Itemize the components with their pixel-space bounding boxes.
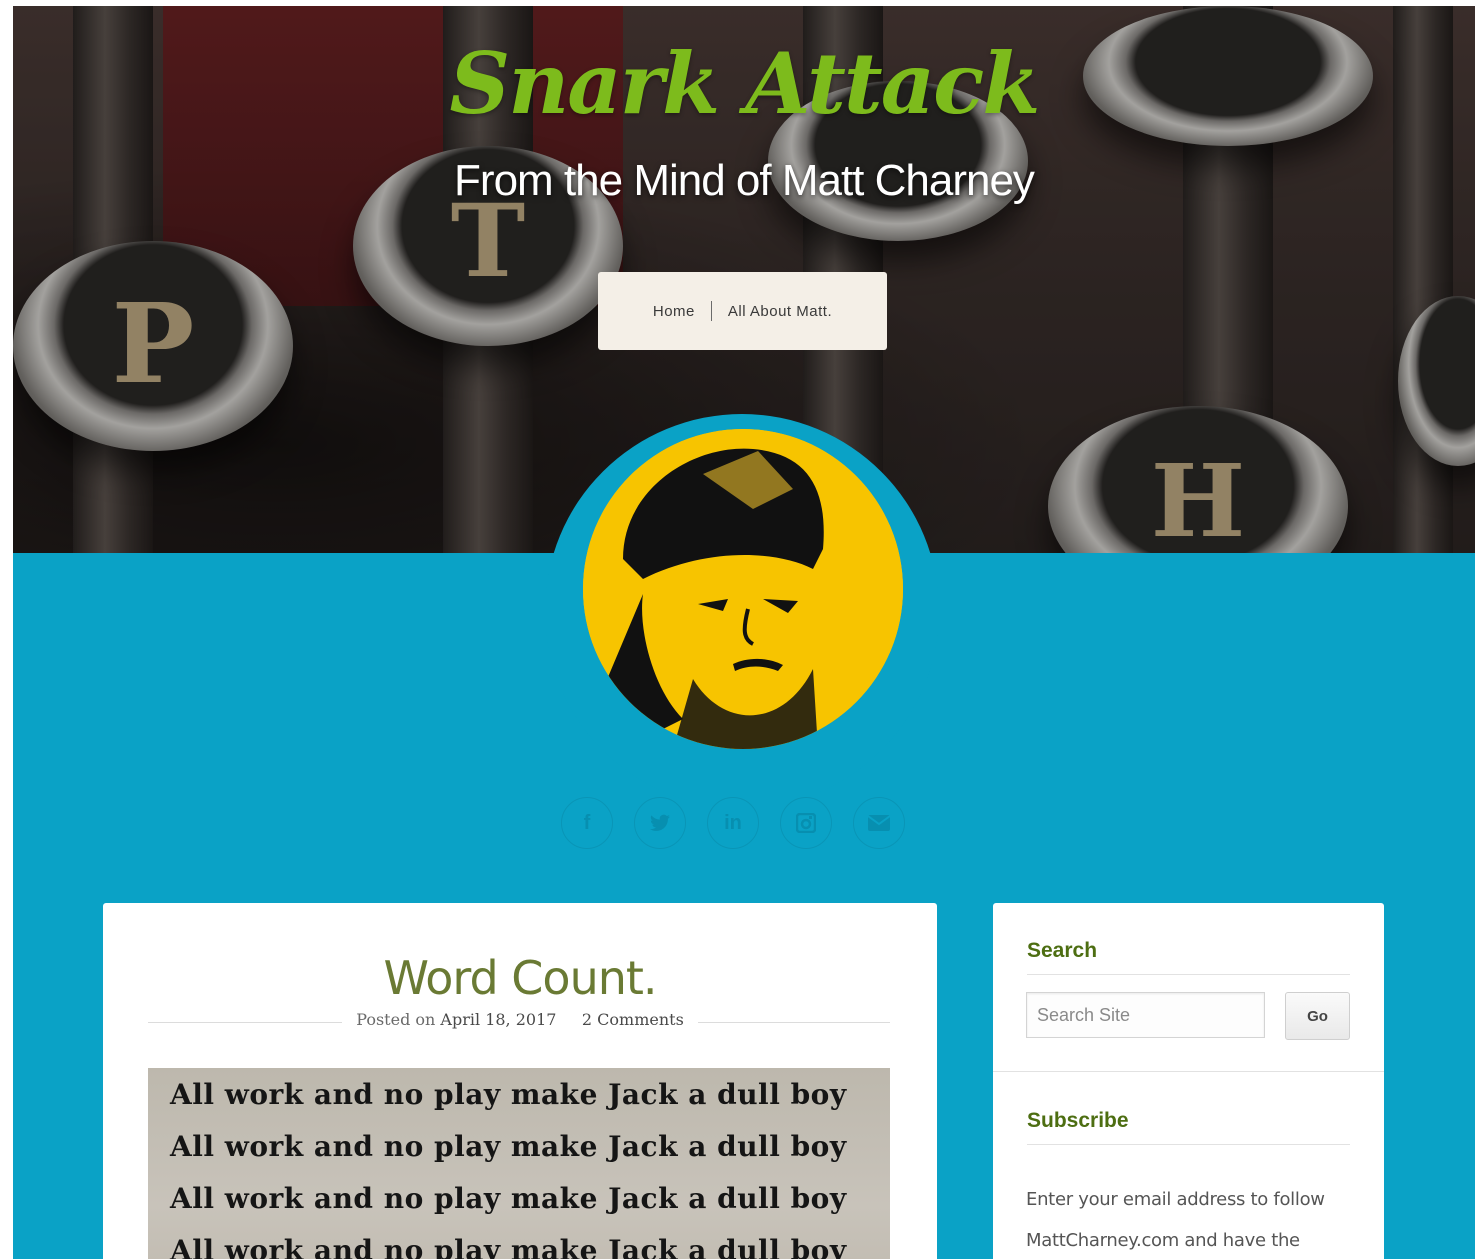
widget-divider	[1027, 1144, 1350, 1145]
nav-item-home[interactable]: Home	[653, 303, 695, 320]
page-frame: P T H Snark Attack From the Mind of Matt…	[13, 6, 1475, 1259]
instagram-icon[interactable]	[780, 797, 832, 849]
post-comments-link[interactable]: 2 Comments	[582, 1010, 684, 1029]
nav-separator	[710, 301, 712, 321]
linkedin-icon[interactable]: in	[707, 797, 759, 849]
search-widget-title: Search	[1027, 939, 1098, 962]
twitter-icon[interactable]	[634, 797, 686, 849]
image-text-line: All work and no play make Jack a dull bo…	[170, 1182, 847, 1215]
avatar[interactable]	[583, 429, 903, 749]
nav-item-about[interactable]: All About Matt.	[728, 303, 832, 320]
email-icon[interactable]	[853, 797, 905, 849]
post-meta: Posted on April 18, 2017 2 Comments	[103, 1010, 937, 1030]
post-image[interactable]: All work and no play make Jack a dull bo…	[148, 1068, 890, 1259]
post-date[interactable]: April 18, 2017	[440, 1010, 556, 1029]
post-card: Word Count. Posted on April 18, 2017 2 C…	[103, 903, 937, 1259]
site-title[interactable]: Snark Attack	[13, 34, 1475, 133]
facebook-icon[interactable]: f	[561, 797, 613, 849]
avatar-portrait-icon	[583, 429, 903, 749]
main-nav: Home All About Matt.	[598, 272, 887, 350]
social-links: f in	[561, 797, 905, 849]
search-input[interactable]: Search Site	[1026, 992, 1265, 1038]
site-tagline: From the Mind of Matt Charney	[454, 156, 1035, 205]
subscribe-widget-title: Subscribe	[1027, 1109, 1129, 1132]
post-title[interactable]: Word Count.	[103, 951, 937, 1005]
image-text-line: All work and no play make Jack a dull bo…	[170, 1234, 847, 1259]
posted-on-label: Posted on	[356, 1010, 436, 1029]
search-go-button[interactable]: Go	[1285, 992, 1350, 1040]
widget-divider	[1027, 974, 1350, 975]
image-text-line: All work and no play make Jack a dull bo…	[170, 1078, 847, 1111]
sidebar-divider	[993, 1071, 1384, 1072]
sidebar: Search Search Site Go Subscribe Enter yo…	[993, 903, 1384, 1259]
image-text-line: All work and no play make Jack a dull bo…	[170, 1130, 847, 1163]
subscribe-text: Enter your email address to follow MattC…	[1026, 1189, 1325, 1251]
